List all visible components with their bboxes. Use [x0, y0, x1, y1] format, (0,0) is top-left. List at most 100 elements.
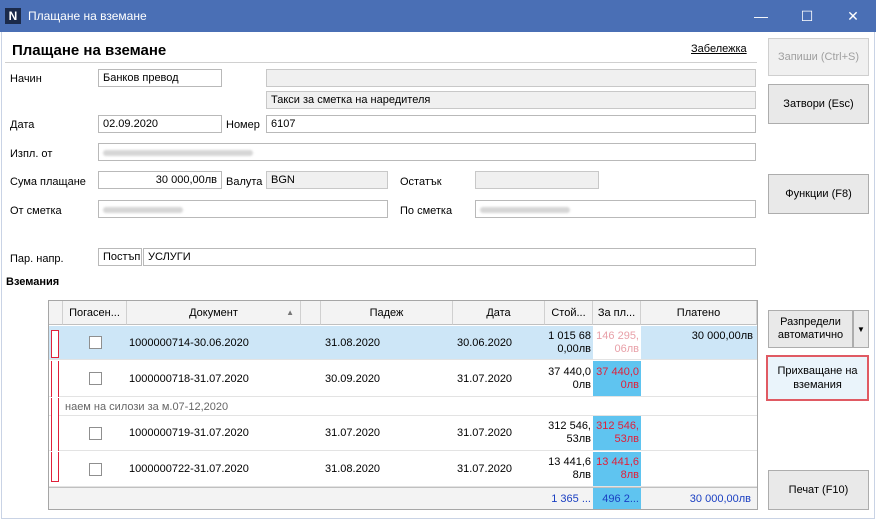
value-cell: 37 440,0 0лв	[545, 361, 593, 396]
total-to-pay: 496 2...	[593, 488, 641, 509]
sort-asc-icon: ▲	[286, 308, 294, 317]
value-line-1: 312 546,	[548, 420, 591, 432]
functions-button[interactable]: Функции (F8)	[768, 174, 869, 214]
table-row[interactable]: 1000000714-30.06.2020 31.08.2020 30.06.2…	[49, 326, 757, 360]
maximize-button[interactable]: ☐	[784, 0, 830, 32]
redacted-text	[103, 150, 253, 156]
to-pay-line-2: 8лв	[620, 469, 639, 481]
value-line-2: 53лв	[566, 433, 592, 445]
flow-field[interactable]: УСЛУГИ	[143, 248, 756, 266]
remainder-field	[475, 171, 599, 189]
row-indicator	[51, 452, 59, 482]
fee-field[interactable]: Такси за сметка на наредителя	[266, 91, 756, 109]
minimize-button[interactable]: —	[738, 0, 784, 32]
flow-code-field[interactable]: Постъп	[98, 248, 142, 266]
total-value: 1 365 ...	[551, 492, 591, 505]
settled-checkbox[interactable]	[88, 336, 102, 349]
redacted-text	[480, 207, 570, 213]
amount-field[interactable]: 30 000,00лв	[98, 171, 222, 189]
from-account-label: От сметка	[10, 205, 62, 217]
method-label: Начин	[10, 73, 42, 85]
col-header-document[interactable]: Документ ▲	[127, 301, 301, 325]
title-bar: N Плащане на вземане — ☐ ✕	[0, 0, 876, 32]
value-line-1: 13 441,6	[548, 456, 591, 468]
table-row[interactable]: 1000000719-31.07.2020 31.07.2020 31.07.2…	[49, 416, 757, 451]
to-pay-cell: 37 440,0 0лв	[593, 361, 641, 396]
to-pay-line-1: 13 441,6	[596, 456, 639, 468]
col-header-paid[interactable]: Платено	[641, 301, 757, 325]
total-paid: 30 000,00лв	[689, 492, 751, 505]
distribute-dropdown-button[interactable]: ▼	[853, 310, 869, 348]
paid-cell: 30 000,00лв	[691, 330, 753, 342]
col-header-settled[interactable]: Погасен...	[63, 301, 127, 325]
paid-cell	[641, 452, 757, 486]
window-title: Плащане на вземане	[28, 9, 147, 23]
totals-row: 1 365 ... 496 2... 30 000,00лв	[49, 487, 757, 509]
row-indicator	[51, 361, 59, 397]
value-cell: 312 546, 53лв	[545, 416, 593, 450]
due-cell: 31.08.2020	[325, 463, 381, 475]
row-indicator	[51, 398, 59, 416]
close-window-button[interactable]: ✕	[830, 0, 876, 32]
date-cell: 30.06.2020	[457, 336, 513, 349]
date-cell: 31.07.2020	[457, 427, 513, 439]
to-pay-line-1: 37 440,0	[596, 365, 639, 378]
close-button[interactable]: Затвори (Esc)	[768, 84, 869, 124]
distribute-button[interactable]: Разпредели автоматично	[768, 310, 853, 348]
due-cell: 31.07.2020	[325, 427, 381, 439]
currency-field[interactable]: BGN	[266, 171, 388, 189]
form-title: Плащане на вземане	[12, 42, 167, 59]
from-account-field[interactable]	[98, 200, 388, 218]
table-row[interactable]: 1000000718-31.07.2020 30.09.2020 31.07.2…	[49, 361, 757, 397]
receivables-grid[interactable]: Погасен... Документ ▲ Падеж Дата Стой...…	[48, 300, 758, 510]
date-field[interactable]: 02.09.2020	[98, 115, 222, 133]
to-pay-line-1: 312 546,	[596, 420, 639, 432]
payer-field[interactable]	[98, 143, 756, 161]
to-account-field[interactable]	[475, 200, 756, 218]
document-cell: 1000000714-30.06.2020	[129, 336, 249, 349]
settled-checkbox[interactable]	[88, 372, 102, 385]
method-select[interactable]: Банков превод	[98, 69, 222, 87]
col-header-date[interactable]: Дата	[453, 301, 545, 325]
accept-receivables-button[interactable]: Прихващане на вземания	[766, 355, 869, 401]
to-pay-line-2: 53лв	[614, 433, 640, 445]
col-header-value[interactable]: Стой...	[545, 301, 593, 325]
col-header-to-pay[interactable]: За пл...	[593, 301, 641, 325]
col-header-due[interactable]: Падеж	[321, 301, 453, 325]
group-note: наем на силози за м.07-12,2020	[65, 400, 229, 413]
paid-cell	[641, 416, 757, 450]
value-line-1: 37 440,0	[548, 365, 591, 378]
note-link[interactable]: Забележка	[691, 43, 747, 55]
document-cell: 1000000718-31.07.2020	[129, 372, 249, 385]
document-cell: 1000000719-31.07.2020	[129, 427, 249, 439]
number-field[interactable]: 6107	[266, 115, 756, 133]
save-button[interactable]: Запиши (Ctrl+S)	[768, 38, 869, 76]
settled-checkbox[interactable]	[88, 462, 102, 476]
to-pay-line-2: 0лв	[620, 378, 639, 391]
to-pay-cell: 13 441,6 8лв	[593, 452, 641, 486]
date-label: Дата	[10, 119, 35, 131]
currency-label: Валута	[226, 176, 263, 188]
value-line-2: 0лв	[572, 378, 591, 391]
date-cell: 31.07.2020	[457, 463, 513, 475]
date-cell: 31.07.2020	[457, 372, 513, 385]
chevron-down-icon: ▼	[857, 324, 865, 334]
value-line-2: 8лв	[572, 469, 591, 481]
redacted-text	[103, 207, 183, 213]
flow-label: Пар. напр.	[10, 253, 64, 265]
due-cell: 30.09.2020	[325, 372, 381, 385]
to-pay-line-2: 06лв	[614, 342, 640, 355]
to-pay-cell: 312 546, 53лв	[593, 416, 641, 450]
remainder-label: Остатък	[400, 176, 442, 188]
paid-cell	[641, 361, 757, 396]
table-row[interactable]: 1000000722-31.07.2020 31.08.2020 31.07.2…	[49, 452, 757, 487]
method-extra-field	[266, 69, 756, 87]
payer-label: Изпл. от	[10, 148, 53, 160]
col-header-document-label: Документ	[189, 306, 238, 319]
header-divider	[5, 62, 757, 63]
print-button[interactable]: Печат (F10)	[768, 470, 869, 510]
receivables-section-label: Вземания	[6, 276, 60, 288]
to-account-label: По сметка	[400, 205, 453, 217]
app-logo-icon: N	[5, 8, 21, 24]
settled-checkbox[interactable]	[88, 426, 102, 440]
